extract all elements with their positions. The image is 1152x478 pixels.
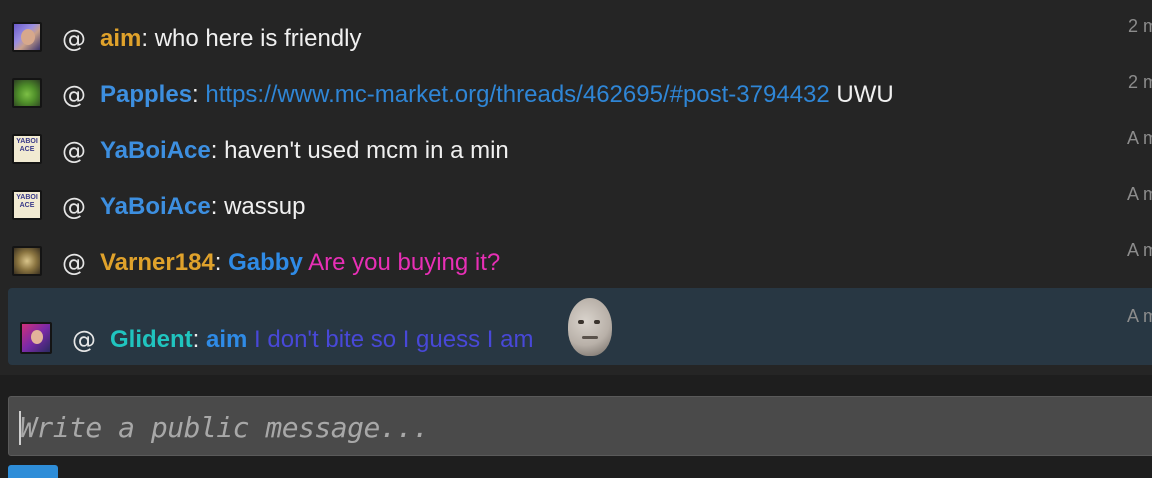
- avatar-logo-line: YABOI: [16, 194, 38, 201]
- mentioned-user[interactable]: aim: [206, 326, 247, 353]
- mention-icon[interactable]: @: [62, 249, 86, 277]
- chat-message: @ Papples: https://www.mc-market.org/thr…: [0, 66, 1152, 122]
- separator: :: [214, 249, 229, 276]
- avatar-papples[interactable]: [12, 78, 42, 108]
- chat-message: @ aim: who here is friendly 2 m: [0, 10, 1152, 66]
- chat-message-list[interactable]: @ aim: who here is friendly 2 m @ Papple…: [0, 0, 1152, 372]
- avatar-logo-text: YABOI ACE: [14, 194, 40, 210]
- message-content: YaBoiAce: wassup: [100, 193, 305, 221]
- message-content: Papples: https://www.mc-market.org/threa…: [100, 81, 894, 109]
- message-content: YaBoiAce: haven't used mcm in a min: [100, 137, 509, 165]
- avatar-yaboiace[interactable]: YABOI ACE: [12, 134, 42, 164]
- timestamp: A m: [1126, 306, 1152, 326]
- message-text: who here is friendly: [154, 25, 362, 52]
- message-input[interactable]: Write a public message...: [8, 396, 1152, 456]
- separator: :: [192, 326, 207, 353]
- username[interactable]: Glident: [110, 326, 193, 353]
- mention-icon[interactable]: @: [62, 25, 86, 53]
- avatar-face: [31, 330, 43, 344]
- mentioned-user[interactable]: Gabby: [228, 249, 303, 276]
- emote-eye: [594, 320, 600, 324]
- username[interactable]: Papples: [100, 81, 192, 108]
- avatar-yaboiace[interactable]: YABOI ACE: [12, 190, 42, 220]
- avatar-logo-text: YABOI ACE: [14, 138, 40, 154]
- mention-icon[interactable]: @: [62, 137, 86, 165]
- mention-icon[interactable]: @: [62, 81, 86, 109]
- avatar-logo-line: ACE: [19, 202, 35, 209]
- send-button[interactable]: [8, 465, 58, 478]
- message-text: wassup: [224, 193, 306, 220]
- message-link[interactable]: https://www.mc-market.org/threads/462695…: [205, 81, 829, 108]
- message-content: aim: who here is friendly: [100, 25, 361, 53]
- avatar-logo-line: ACE: [19, 146, 35, 153]
- chat-message: YABOI ACE @ YaBoiAce: wassup A m: [0, 178, 1152, 234]
- emote-eye: [578, 320, 584, 324]
- kappa-emote: [568, 298, 612, 356]
- timestamp: 2 m: [1127, 16, 1152, 36]
- mention-icon[interactable]: @: [62, 193, 86, 221]
- avatar-logo-line: YABOI: [16, 138, 38, 145]
- chat-message-highlighted: @ Glident: aim I don't bite so I guess I…: [0, 298, 1152, 356]
- mention-icon[interactable]: @: [72, 326, 96, 354]
- avatar-face: [21, 29, 35, 45]
- chat-message: YABOI ACE @ YaBoiAce: haven't used mcm i…: [0, 122, 1152, 178]
- message-text: I don't bite so I guess I am: [247, 326, 534, 353]
- message-text: UWU: [829, 81, 894, 108]
- timestamp: A m: [1126, 128, 1152, 148]
- separator: :: [210, 193, 225, 220]
- timestamp: 2 m: [1127, 72, 1152, 92]
- timestamp: A m: [1126, 184, 1152, 204]
- username[interactable]: aim: [100, 25, 141, 52]
- message-input-placeholder: Write a public message...: [20, 411, 429, 444]
- username[interactable]: Varner184: [100, 249, 215, 276]
- chat-message: @ Varner184: Gabby Are you buying it? A …: [0, 234, 1152, 290]
- separator: :: [210, 137, 225, 164]
- timestamp: A m: [1126, 240, 1152, 260]
- emote-mouth: [582, 336, 598, 339]
- separator: :: [192, 81, 206, 108]
- message-content: Varner184: Gabby Are you buying it?: [100, 249, 500, 277]
- message-text: Are you buying it?: [302, 249, 501, 276]
- message-content: Glident: aim I don't bite so I guess I a…: [110, 326, 533, 354]
- message-text: haven't used mcm in a min: [224, 137, 509, 164]
- separator: :: [141, 25, 155, 52]
- username[interactable]: YaBoiAce: [100, 137, 211, 164]
- avatar-varner184[interactable]: [12, 246, 42, 276]
- avatar-glident[interactable]: [20, 322, 52, 354]
- username[interactable]: YaBoiAce: [100, 193, 211, 220]
- avatar-aim[interactable]: [12, 22, 42, 52]
